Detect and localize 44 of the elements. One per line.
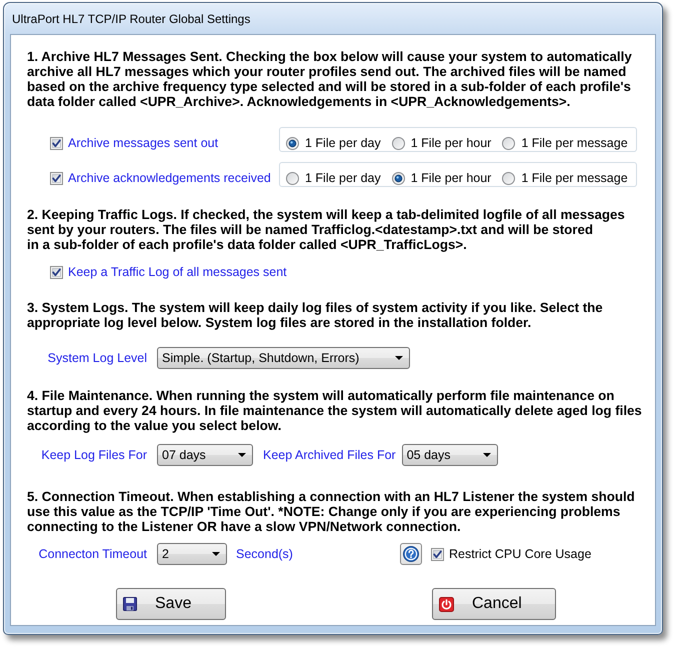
dropdown[interactable]: 2 <box>157 543 227 565</box>
checkbox-label[interactable]: Archive messages sent out <box>68 136 218 151</box>
checkbox[interactable] <box>431 548 444 560</box>
unit-label: Second(s) <box>236 546 293 562</box>
dropdown[interactable]: Simple. (Startup, Shutdown, Errors) <box>157 347 410 369</box>
radio-label[interactable]: 1 File per hour <box>410 136 492 151</box>
window-title: UltraPort HL7 TCP/IP Router Global Settings <box>12 12 250 26</box>
dropdown[interactable]: 05 days <box>402 444 498 466</box>
section-description: 1. Archive HL7 Messages Sent. Checking the box below will cause your system to automatically archive all HL7 messages which your router profiles send out. The archived files will be named based on the archive frequency type selected and will be stored in a sub-folder of each profile's data folder called <UPR_Archive>. Acknowledgements in <UPR_Acknowledgements>. <box>27 49 633 109</box>
checkbox-label[interactable]: Archive acknowledgements received <box>68 171 271 186</box>
radio-button[interactable] <box>502 137 516 150</box>
caret-icon <box>395 356 403 360</box>
section-description: 2. Keeping Traffic Logs. If checked, the system will keep a tab-delimited logfile of all messages sent by your routers. The files will be named Trafficlog.<datestamp>.txt and will be stored in a sub-folder of each profile's data folder called <UPR_TrafficLogs>. <box>27 207 626 252</box>
section-description: 5. Connection Timeout. When establishing a connection with an HL7 Listener the system should use this value as the TCP/IP 'Time Out'. *NOTE: Change only if you are experiencing problems connecting to the Listener OR have a slow VPN/Network connection. <box>27 489 636 534</box>
radio-label[interactable]: 1 File per message <box>521 171 628 186</box>
field-label: Keep Archived Files For <box>263 448 396 462</box>
caret-icon <box>482 453 491 457</box>
dropdown[interactable]: 07 days <box>157 444 253 466</box>
help-button[interactable] <box>400 543 422 565</box>
checkbox[interactable] <box>50 266 63 278</box>
help-icon <box>403 546 419 562</box>
radio-button[interactable] <box>502 172 516 185</box>
power-icon <box>439 596 454 612</box>
caret-icon <box>212 552 220 556</box>
radio-button[interactable] <box>286 137 299 150</box>
radio-button[interactable] <box>392 172 405 185</box>
radio-label[interactable]: 1 File per day <box>305 171 381 186</box>
caret-icon <box>238 453 246 457</box>
radio-label[interactable]: 1 File per day <box>305 136 381 151</box>
radio-button[interactable] <box>286 172 299 185</box>
section-description: 3. System Logs. The system will keep daily log files of system activity if you like. Select the appropriate log level below. System log files are stored in the installation folder. <box>27 300 604 330</box>
checkbox-label[interactable]: Restrict CPU Core Usage <box>449 546 592 562</box>
checkbox[interactable] <box>50 172 63 185</box>
radio-label[interactable]: 1 File per hour <box>410 171 492 186</box>
checkbox[interactable] <box>50 137 63 150</box>
field-label: Connecton Timeout <box>38 546 147 562</box>
cancel-button[interactable]: Cancel <box>432 588 556 620</box>
checkbox-label[interactable]: Keep a Traffic Log of all messages sent <box>68 264 287 280</box>
section-description: 4. File Maintenance. When running the system will automatically perform file maintenance on startup and every 24 hours. In file maintenance the system will automatically delete aged log files according to the value you select below. <box>27 388 643 433</box>
save-button[interactable]: Save <box>116 588 226 620</box>
field-label: System Log Level <box>48 350 147 366</box>
field-label: Keep Log Files For <box>41 448 147 462</box>
radio-button[interactable] <box>392 137 405 150</box>
radio-label[interactable]: 1 File per message <box>521 136 628 151</box>
